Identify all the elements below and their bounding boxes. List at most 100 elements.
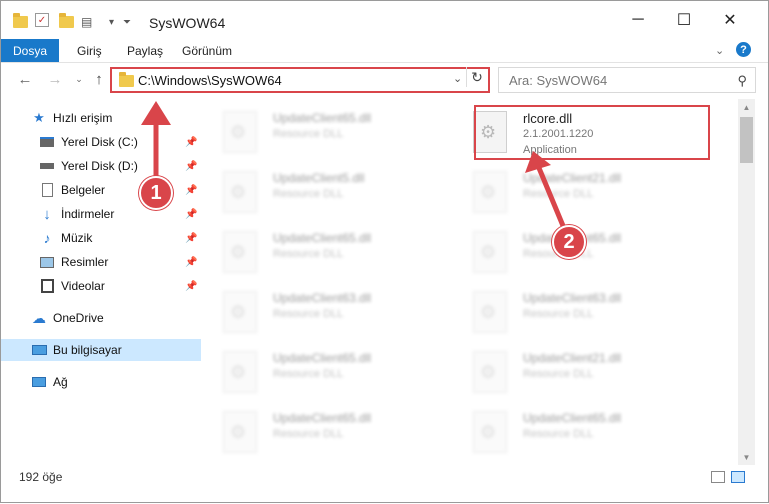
file-name: UpdateClient65.dll [273,411,372,425]
customize-toolbar-icon[interactable]: ▤ [81,13,92,31]
file-name: UpdateClient5.dll [273,171,365,185]
tab-paylas[interactable]: Paylaş [127,39,163,62]
pictures-icon [39,254,55,270]
file-desc: Resource DLL [523,428,594,440]
file-name: UpdateClient63.dll [273,291,372,305]
star-icon: ★ [33,110,45,125]
title-bar: ✓ ▤ ▾ ⏷ SysWOW64 ─ ☐ ✕ [1,1,768,39]
nav-network[interactable]: Ağ [1,371,201,393]
scroll-up-icon[interactable]: ▲ [738,99,755,115]
chevron-down-icon[interactable]: ⌄ [715,39,724,62]
dll-file-icon [473,351,507,393]
callout-1: 1 [139,176,173,210]
file-item[interactable]: UpdateClient65.dll Resource DLL [209,103,449,157]
nav-item-label: Müzik [61,231,93,245]
address-bar[interactable]: C:\Windows\SysWOW64 ⌄ [110,67,490,93]
dll-file-icon [473,171,507,213]
file-item[interactable]: UpdateClient21.dll Resource DLL [459,163,699,217]
pin-icon: 📌 [185,232,198,244]
nav-item-label: Videolar [61,279,105,293]
file-item[interactable]: UpdateClient65.dll Resource DLL [209,223,449,277]
nav-this-pc[interactable]: Bu bilgisayar [1,339,201,361]
nav-this-pc-label: Bu bilgisayar [53,343,122,357]
dll-file-icon [473,291,507,333]
new-folder-icon[interactable] [59,13,74,31]
pin-icon: 📌 [185,208,198,220]
address-dropdown-icon[interactable]: ⌄ [453,72,462,85]
help-icon[interactable]: ? [736,42,751,57]
file-name: UpdateClient21.dll [523,171,622,185]
scroll-down-icon[interactable]: ▼ [738,449,755,465]
file-item[interactable]: UpdateClient65.dll Resource DLL [209,343,449,397]
file-item[interactable]: UpdateClient65.dll Resource DLL [209,403,449,457]
file-desc: Resource DLL [523,188,594,200]
pin-icon: 📌 [185,160,198,172]
nav-item-label: İndirmeler [61,207,115,221]
search-placeholder: Ara: SysWOW64 [509,73,608,88]
drive-icon [39,134,55,150]
scroll-thumb[interactable] [740,117,753,163]
pin-icon: 📌 [185,280,198,292]
documents-icon [39,182,55,198]
nav-item-label: Belgeler [61,183,106,197]
file-name: UpdateClient63.dll [523,291,622,305]
recent-locations-icon[interactable]: ⌄ [69,69,89,89]
address-path[interactable]: C:\Windows\SysWOW64 [138,73,282,88]
downloads-icon: ↓ [43,205,51,223]
file-desc: Resource DLL [523,308,594,320]
refresh-button[interactable]: ↻ [466,67,487,87]
nav-network-label: Ağ [53,375,68,389]
nav-item-disk-c[interactable]: Yerel Disk (C:) 📌 [1,131,201,153]
forward-arrow-icon[interactable]: → [45,69,65,89]
tab-gorunum[interactable]: Görünüm [182,39,232,62]
window-title: SysWOW64 [149,15,226,31]
file-item[interactable]: UpdateClient21.dll Resource DLL [459,343,699,397]
ribbon-tabs: Dosya Giriş Paylaş Görünüm ⌄ ? [1,39,768,63]
file-item[interactable]: UpdateClient63.dll Resource DLL [209,283,449,337]
nav-onedrive[interactable]: ☁ OneDrive [1,307,201,329]
file-name: UpdateClient65.dll [273,111,372,125]
dll-file-icon [473,231,507,273]
quick-access-customize-icon[interactable]: ⏷ [123,13,131,31]
tab-giris[interactable]: Giriş [77,39,102,62]
nav-item-resimler[interactable]: Resimler 📌 [1,251,201,273]
file-item[interactable]: UpdateClient5.dll Resource DLL [209,163,449,217]
folder-icon [119,72,134,87]
status-bar: 192 öğe [1,467,768,489]
nav-item-indirmeler[interactable]: ↓ İndirmeler 📌 [1,203,201,225]
nav-item-disk-d[interactable]: Yerel Disk (D:) 📌 [1,155,201,177]
file-desc: Resource DLL [273,428,344,440]
nav-quick-access[interactable]: ★ Hızlı erişim [1,107,201,129]
maximize-button[interactable]: ☐ [661,1,707,39]
properties-icon[interactable]: ✓ [35,13,49,27]
minimize-button[interactable]: ─ [615,1,661,39]
toolbar-dropdown-icon[interactable]: ▾ [109,13,114,31]
tab-dosya[interactable]: Dosya [1,39,59,62]
search-input[interactable]: Ara: SysWOW64 ⚲ [498,67,756,93]
navigation-pane: ★ Hızlı erişim Yerel Disk (C:) 📌 Yerel D… [1,101,201,461]
explorer-window: ✓ ▤ ▾ ⏷ SysWOW64 ─ ☐ ✕ Dosya Giriş Payla… [0,0,769,503]
dll-file-icon [223,231,257,273]
nav-item-muzik[interactable]: ♪ Müzik 📌 [1,227,201,249]
nav-item-label: Resimler [61,255,109,269]
vertical-scrollbar[interactable]: ▲ ▼ [738,99,755,465]
close-button[interactable]: ✕ [707,1,753,39]
highlight-box [474,105,710,160]
nav-item-videolar[interactable]: Videolar 📌 [1,275,201,297]
large-icons-view-icon[interactable] [731,471,745,483]
up-arrow-icon[interactable]: ↑ [89,69,109,89]
dll-file-icon [223,411,257,453]
file-item[interactable]: UpdateClient63.dll Resource DLL [459,283,699,337]
file-item[interactable]: UpdateClient65.dll Resource DLL [459,403,699,457]
item-count: 192 öğe [19,470,63,484]
pin-icon: 📌 [185,256,198,268]
music-icon: ♪ [43,230,51,246]
details-view-icon[interactable] [711,471,725,483]
file-desc: Resource DLL [273,368,344,380]
file-desc: Resource DLL [273,128,344,140]
network-icon [31,374,47,390]
dll-file-icon [223,171,257,213]
folder-icon [13,13,28,31]
computer-icon [31,342,47,358]
back-arrow-icon[interactable]: ← [15,69,35,89]
